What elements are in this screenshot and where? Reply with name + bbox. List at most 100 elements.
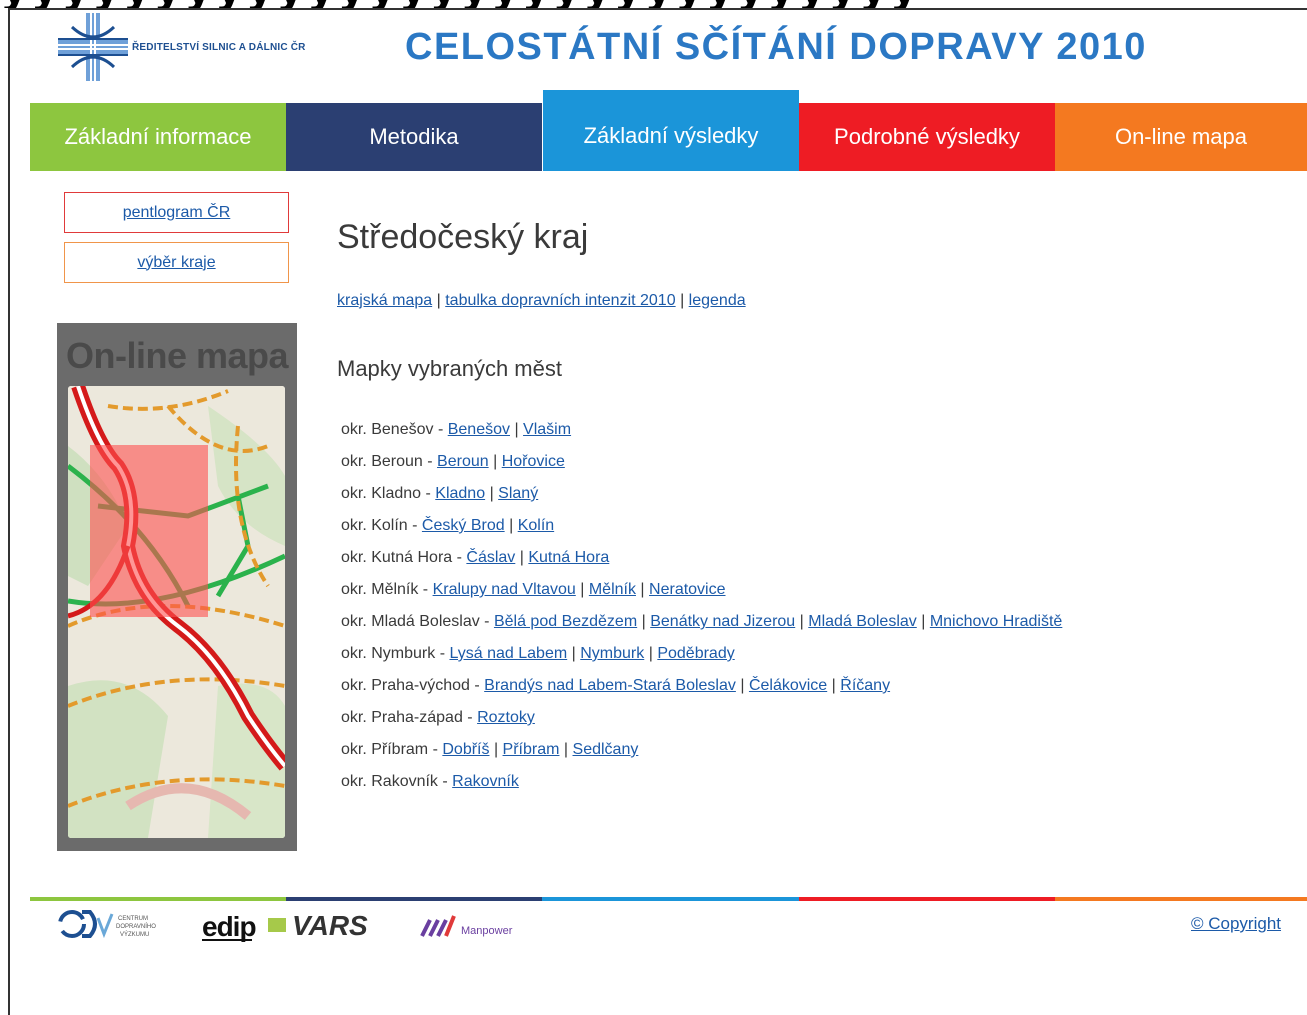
- list-item: okr. Kolín - Český Brod | Kolín: [341, 517, 555, 534]
- link-separator: |: [680, 292, 685, 309]
- online-map-widget[interactable]: On-line mapa: [57, 323, 297, 851]
- map-thumbnail[interactable]: [68, 386, 285, 838]
- town-link[interactable]: Benešov: [448, 421, 510, 438]
- town-link[interactable]: Kutná Hora: [528, 549, 609, 566]
- page-title: Středočeský kraj: [337, 218, 589, 256]
- town-link[interactable]: Neratovice: [649, 581, 725, 598]
- list-item: okr. Benešov - Benešov | Vlašim: [341, 421, 572, 438]
- town-link[interactable]: Slaný: [498, 485, 538, 502]
- town-link[interactable]: Říčany: [840, 677, 890, 694]
- district-name: okr. Kladno: [341, 485, 422, 502]
- list-item: okr. Beroun - Beroun | Hořovice: [341, 453, 565, 470]
- link-separator: |: [641, 613, 646, 630]
- town-link[interactable]: Dobříš: [442, 741, 489, 758]
- krajska-mapa-link[interactable]: krajská mapa: [337, 292, 432, 309]
- district-name: okr. Příbram: [341, 741, 429, 758]
- town-link[interactable]: Beroun: [437, 453, 489, 470]
- tabulka-intenzit-link[interactable]: tabulka dopravních intenzit 2010: [445, 292, 675, 309]
- link-separator: |: [571, 645, 576, 662]
- link-separator: |: [921, 613, 926, 630]
- link-separator: |: [640, 581, 645, 598]
- tab-online-mapa[interactable]: On-line mapa: [1055, 103, 1307, 171]
- map-widget-title: On-line mapa: [65, 335, 289, 376]
- district-name: okr. Beroun: [341, 453, 423, 470]
- main-nav: Základní informace Metodika Základní výs…: [30, 90, 1307, 171]
- town-link[interactable]: Bělá pod Bezdězem: [494, 613, 637, 630]
- town-link[interactable]: Vlašim: [523, 421, 571, 438]
- footer-stripe-orange: [1055, 897, 1307, 901]
- link-separator: |: [493, 741, 499, 758]
- edip-logo-text: edip: [202, 911, 256, 942]
- link-separator: |: [831, 677, 836, 694]
- link-separator: |: [563, 741, 569, 758]
- town-link[interactable]: Mnichovo Hradiště: [930, 613, 1063, 630]
- footer-stripe-green: [30, 897, 286, 901]
- district-name: okr. Mělník: [341, 581, 419, 598]
- map-image: [68, 386, 285, 838]
- link-separator: |: [509, 517, 514, 534]
- town-link[interactable]: Český Brod: [422, 517, 505, 534]
- partner-logos-image: CENTRUM DOPRAVNÍHO VÝZKUMU edip VARS Man…: [58, 910, 513, 942]
- district-name: okr. Kutná Hora: [341, 549, 453, 566]
- link-separator: |: [519, 549, 524, 566]
- town-link[interactable]: Lysá nad Labem: [449, 645, 567, 662]
- rsd-logo[interactable]: ŘEDITELSTVÍ SILNIC A DÁLNIC ČR: [58, 13, 338, 81]
- tab-label: Metodika: [369, 124, 459, 149]
- town-link[interactable]: Rakovník: [452, 773, 519, 790]
- list-item: okr. Nymburk - Lysá nad Labem | Nymburk …: [341, 645, 735, 662]
- tab-label: Základní výsledky: [583, 122, 759, 148]
- tab-zakladni-informace[interactable]: Základní informace: [30, 103, 286, 171]
- town-link[interactable]: Čáslav: [466, 549, 515, 566]
- list-item: okr. Mladá Boleslav - Bělá pod Bezdězem …: [341, 613, 1063, 630]
- list-item: okr. Kutná Hora - Čáslav | Kutná Hora: [341, 549, 610, 566]
- list-item: okr. Mělník - Kralupy nad Vltavou | Měln…: [341, 581, 726, 598]
- town-link[interactable]: Nymburk: [580, 645, 644, 662]
- town-link[interactable]: Mladá Boleslav: [808, 613, 917, 630]
- vyber-kraje-button[interactable]: výběr kraje: [64, 242, 289, 283]
- link-separator: |: [436, 292, 441, 309]
- logo-text: ŘEDITELSTVÍ SILNIC A DÁLNIC ČR: [132, 42, 306, 53]
- pentlogram-button[interactable]: pentlogram ČR: [64, 192, 289, 233]
- district-name: okr. Mladá Boleslav: [341, 613, 480, 630]
- tab-metodika[interactable]: Metodika: [286, 103, 542, 171]
- district-name: okr. Praha-východ: [341, 677, 470, 694]
- town-link[interactable]: Poděbrady: [657, 645, 734, 662]
- manpower-logo-text: Manpower: [461, 925, 513, 937]
- footer-stripe-navy: [286, 897, 542, 901]
- town-link[interactable]: Sedlčany: [573, 741, 639, 758]
- list-item: okr. Příbram - Dobříš | Příbram | Sedlča…: [341, 741, 639, 758]
- town-link[interactable]: Roztoky: [477, 709, 535, 726]
- district-name: okr. Nymburk: [341, 645, 436, 662]
- footer-stripe-red: [799, 897, 1055, 901]
- district-name: okr. Praha-západ: [341, 709, 463, 726]
- town-link[interactable]: Mělník: [589, 581, 636, 598]
- town-link[interactable]: Kolín: [518, 517, 554, 534]
- link-separator: |: [740, 677, 745, 694]
- tab-label: Základní informace: [64, 124, 252, 149]
- link-separator: |: [489, 485, 494, 502]
- tab-zakladni-vysledky[interactable]: Základní výsledky: [543, 90, 799, 171]
- link-separator: |: [514, 421, 519, 438]
- list-item: okr. Kladno - Kladno | Slaný: [341, 485, 539, 502]
- town-link[interactable]: Hořovice: [502, 453, 565, 470]
- list-item: okr. Praha-západ - Roztoky: [341, 709, 535, 726]
- list-item: okr. Praha-východ - Brandýs nad Labem-St…: [341, 677, 891, 694]
- district-name: okr. Kolín: [341, 517, 408, 534]
- svg-text:DOPRAVNÍHO: DOPRAVNÍHO: [116, 923, 156, 930]
- town-link[interactable]: Brandýs nad Labem-Stará Boleslav: [484, 677, 736, 694]
- link-separator: |: [648, 645, 653, 662]
- town-link[interactable]: Kralupy nad Vltavou: [433, 581, 576, 598]
- highway-cross-icon: [58, 13, 128, 81]
- cropped-banner-text: ÿÿÿÿÿÿÿÿÿÿÿÿÿÿÿÿÿÿÿÿÿÿÿÿÿÿÿÿÿÿ: [0, 0, 920, 8]
- copyright-link[interactable]: © Copyright: [1191, 914, 1281, 934]
- district-list: okr. Benešov - Benešov | Vlašim okr. Bero…: [341, 419, 1062, 803]
- legenda-link[interactable]: legenda: [689, 292, 746, 309]
- town-link[interactable]: Čelákovice: [749, 677, 827, 694]
- tab-podrobne-vysledky[interactable]: Podrobné výsledky: [799, 103, 1055, 171]
- partner-logos: CENTRUM DOPRAVNÍHO VÝZKUMU edip VARS Man…: [58, 906, 528, 944]
- town-link[interactable]: Příbram: [503, 741, 560, 758]
- town-link[interactable]: Kladno: [435, 485, 485, 502]
- vars-logo-text: VARS: [292, 910, 368, 941]
- town-link[interactable]: Benátky nad Jizerou: [650, 613, 795, 630]
- section-heading: Mapky vybraných měst: [337, 356, 562, 381]
